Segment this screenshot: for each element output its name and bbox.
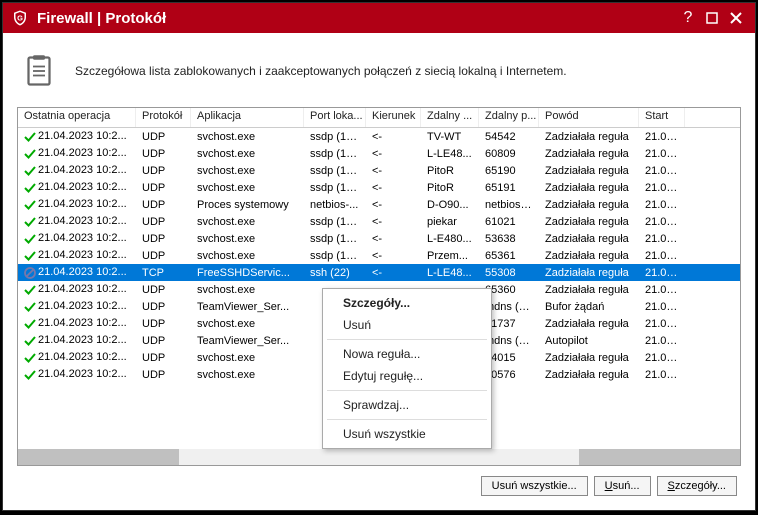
- menu-separator: [327, 390, 487, 391]
- details-button[interactable]: Szczegóły...: [657, 476, 738, 496]
- menu-edit-rule[interactable]: Edytuj regułę...: [323, 365, 491, 387]
- table-row[interactable]: 21.04.2023 10:2...UDPsvchost.exessdp (19…: [18, 213, 740, 230]
- table-row[interactable]: 21.04.2023 10:2...UDPsvchost.exessdp (19…: [18, 247, 740, 264]
- menu-separator: [327, 339, 487, 340]
- delete-all-button[interactable]: Usuń wszystkie...: [481, 476, 588, 496]
- delete-button[interactable]: Usuń...: [594, 476, 651, 496]
- svg-text:G: G: [17, 13, 23, 22]
- table-row[interactable]: 21.04.2023 10:2...UDPsvchost.exessdp (19…: [18, 145, 740, 162]
- grid-header: Ostatnia operacja Protokół Aplikacja Por…: [18, 108, 740, 128]
- col-header-reason[interactable]: Powód: [539, 108, 639, 127]
- table-row[interactable]: 21.04.2023 10:2...TCPFreeSSHDServic...ss…: [18, 264, 740, 281]
- table-row[interactable]: 21.04.2023 10:2...UDPsvchost.exessdp (19…: [18, 128, 740, 145]
- table-row[interactable]: 21.04.2023 10:2...UDPsvchost.exessdp (19…: [18, 179, 740, 196]
- menu-details[interactable]: Szczegóły...: [323, 292, 491, 314]
- menu-separator: [327, 419, 487, 420]
- menu-delete[interactable]: Usuń: [323, 314, 491, 336]
- menu-delete-all[interactable]: Usuń wszystkie: [323, 423, 491, 445]
- window-title: Firewall | Protokół: [37, 10, 675, 27]
- col-header-dir[interactable]: Kierunek: [366, 108, 421, 127]
- close-icon: [730, 12, 742, 24]
- table-row[interactable]: 21.04.2023 10:2...UDPsvchost.exessdp (19…: [18, 230, 740, 247]
- col-header-app[interactable]: Aplikacja: [191, 108, 304, 127]
- clipboard-icon: [21, 53, 57, 89]
- col-header-op[interactable]: Ostatnia operacja: [18, 108, 136, 127]
- menu-new-rule[interactable]: Nowa reguła...: [323, 343, 491, 365]
- menu-check[interactable]: Sprawdzaj...: [323, 394, 491, 416]
- context-menu: Szczegóły... Usuń Nowa reguła... Edytuj …: [322, 288, 492, 449]
- scrollbar-thumb[interactable]: [18, 449, 179, 465]
- col-header-proto[interactable]: Protokół: [136, 108, 191, 127]
- button-row: Usuń wszystkie... Usuń... Szczegóły...: [17, 466, 741, 500]
- maximize-button[interactable]: [701, 7, 723, 29]
- table-row[interactable]: 21.04.2023 10:2...UDPProces systemowynet…: [18, 196, 740, 213]
- scrollbar-thumb[interactable]: [579, 449, 740, 465]
- col-header-rport[interactable]: Zdalny p...: [479, 108, 539, 127]
- help-button[interactable]: ?: [677, 7, 699, 29]
- title-bar: G Firewall | Protokół ?: [3, 3, 755, 33]
- col-header-remote[interactable]: Zdalny ...: [421, 108, 479, 127]
- square-icon: [706, 12, 718, 24]
- table-row[interactable]: 21.04.2023 10:2...UDPsvchost.exessdp (19…: [18, 162, 740, 179]
- close-button[interactable]: [725, 7, 747, 29]
- col-header-start[interactable]: Start: [639, 108, 685, 127]
- col-header-port[interactable]: Port loka...: [304, 108, 366, 127]
- info-row: Szczegółowa lista zablokowanych i zaakce…: [21, 53, 737, 89]
- shield-icon: G: [11, 9, 29, 27]
- scrollbar-horizontal[interactable]: [18, 449, 740, 465]
- info-text: Szczegółowa lista zablokowanych i zaakce…: [75, 64, 567, 78]
